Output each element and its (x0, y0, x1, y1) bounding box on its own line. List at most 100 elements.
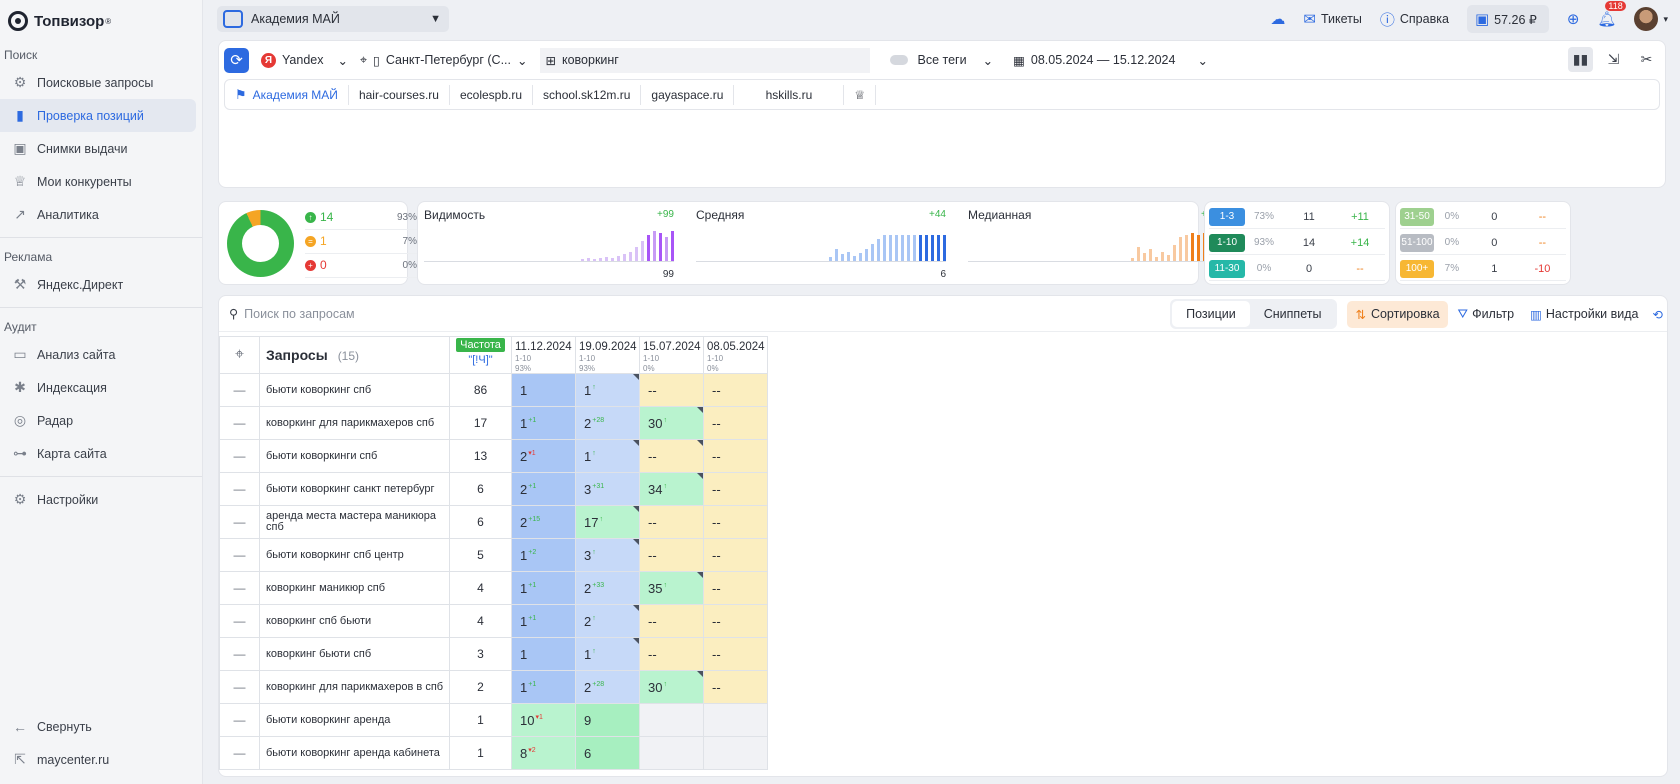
position-cell[interactable]: 1+1 (511, 604, 576, 638)
position-cell[interactable]: 8▾2 (511, 736, 576, 770)
position-cell[interactable]: 1 (511, 373, 576, 407)
add-competitor-button[interactable]: ♕ (844, 84, 877, 105)
position-cell[interactable]: -- (703, 637, 768, 671)
sync-button[interactable]: ⟲ (1653, 307, 1663, 322)
position-cell[interactable]: -- (639, 505, 704, 539)
position-cell[interactable]: -- (639, 439, 704, 473)
range-row[interactable]: 100+ 7% 1 -10 (1400, 257, 1566, 281)
position-cell[interactable]: -- (703, 538, 768, 572)
competitor-domain-tab[interactable]: ⚑ Академия МАЙ (225, 84, 349, 105)
row-toggle[interactable]: — (219, 472, 260, 506)
position-cell[interactable]: 2+15 (511, 505, 576, 539)
row-toggle[interactable]: — (219, 604, 260, 638)
position-cell[interactable]: -- (703, 373, 768, 407)
range-row[interactable]: 51-100 0% 0 -- (1400, 231, 1566, 255)
export-button[interactable]: ⇲ (1601, 47, 1626, 72)
region-select[interactable]: ⌖ ▯ Санкт-Петербург (С... ⌄ (360, 53, 528, 68)
position-cell[interactable] (703, 703, 768, 737)
row-toggle[interactable]: — (219, 439, 260, 473)
position-cell[interactable]: 1+1 (511, 571, 576, 605)
sidebar-item[interactable]: ♕ Мои конкуренты (0, 165, 202, 198)
position-cell[interactable]: 6 (575, 736, 640, 770)
query-cell[interactable]: аренда места мастера маникюра спб (259, 505, 450, 539)
position-cell[interactable] (639, 736, 704, 770)
query-cell[interactable]: бьюти коворкинг аренда кабинета (259, 736, 450, 770)
position-cell[interactable]: -- (703, 472, 768, 506)
tickets-link[interactable]: ✉ Тикеты (1303, 10, 1362, 28)
competitor-domain-tab[interactable]: ecolespb.ru (450, 84, 534, 105)
competitor-domain-tab[interactable]: gayaspace.ru (641, 84, 735, 105)
position-cell[interactable]: 34↑ (639, 472, 704, 506)
position-cell[interactable] (639, 703, 704, 737)
sidebar-item[interactable]: ⊶ Карта сайта (0, 437, 202, 470)
position-cell[interactable]: 1↑ (575, 439, 640, 473)
sidebar-item[interactable]: ▭ Анализ сайта (0, 338, 202, 371)
date-column-header[interactable]: 19.09.2024 1-10 93% (575, 336, 640, 374)
range-row[interactable]: 1-3 73% 11 +11 (1209, 205, 1385, 229)
query-group-input[interactable]: ⊞ коворкинг (539, 47, 870, 73)
table-row[interactable]: — коворкинг бьюти спб 3 1 1↑ -- -- (219, 637, 768, 671)
row-toggle[interactable]: — (219, 736, 260, 770)
query-cell[interactable]: бьюти коворкинги спб (259, 439, 450, 473)
competitor-domain-tab[interactable]: hair-courses.ru (349, 84, 450, 105)
table-row[interactable]: — бьюти коворкинг аренда 1 10▾1 9 (219, 703, 768, 737)
position-cell[interactable]: 10▾1 (511, 703, 576, 737)
row-toggle[interactable]: — (219, 538, 260, 572)
add-button[interactable]: ⊕ (1567, 10, 1580, 28)
sidebar-item[interactable]: ▮ Проверка позиций (0, 99, 196, 132)
position-cell[interactable]: 2+28 (575, 406, 640, 440)
balance-button[interactable]: ▣ 57.26 ₽ (1466, 5, 1549, 33)
row-toggle[interactable]: — (219, 505, 260, 539)
sort-button[interactable]: ⇅ Сортировка (1347, 300, 1448, 328)
position-cell[interactable]: 2▾1 (511, 439, 576, 473)
sidebar-item[interactable]: ⚙ Поисковые запросы (0, 66, 202, 99)
chart-view-button[interactable]: ▮▮ (1568, 47, 1593, 72)
row-toggle[interactable]: — (219, 571, 260, 605)
competitor-domain-tab[interactable]: hskills.ru (734, 84, 845, 105)
range-row[interactable]: 31-50 0% 0 -- (1400, 205, 1566, 229)
position-cell[interactable]: 2+28 (575, 670, 640, 704)
row-toggle[interactable]: — (219, 703, 260, 737)
row-toggle[interactable]: — (219, 670, 260, 704)
position-cell[interactable]: -- (639, 373, 704, 407)
query-cell[interactable]: коворкинг маникюр спб (259, 571, 450, 605)
position-cell[interactable]: 3↑ (575, 538, 640, 572)
table-row[interactable]: — коворкинг спб бьюти 4 1+1 2↑ -- -- (219, 604, 768, 638)
position-cell[interactable]: -- (703, 406, 768, 440)
position-cell[interactable]: 1↑ (575, 373, 640, 407)
date-column-header[interactable]: 15.07.2024 1-10 0% (639, 336, 704, 374)
upload-cloud-button[interactable]: ☁ (1270, 10, 1285, 28)
table-row[interactable]: — бьюти коворкинг аренда кабинета 1 8▾2 6 (219, 736, 768, 770)
position-cell[interactable]: 1+1 (511, 670, 576, 704)
query-cell[interactable]: коворкинг для парикмахеров спб (259, 406, 450, 440)
position-cell[interactable]: -- (703, 505, 768, 539)
position-cell[interactable]: 30↑ (639, 406, 704, 440)
query-cell[interactable]: коворкинг для парикмахеров в спб (259, 670, 450, 704)
position-cell[interactable]: -- (639, 538, 704, 572)
date-range-select[interactable]: ▦ 08.05.2024 — 15.12.2024 ⌄ (1013, 53, 1208, 68)
tags-toggle[interactable] (889, 55, 908, 65)
user-menu[interactable]: ▾ (1634, 7, 1668, 31)
table-row[interactable]: — бьюти коворкинг спб 86 1 1↑ -- -- (219, 373, 768, 407)
query-cell[interactable]: коворкинг бьюти спб (259, 637, 450, 671)
tags-select[interactable]: Все теги ⌄ (889, 53, 993, 68)
query-search[interactable]: ⚲ Поиск по запросам (229, 306, 355, 322)
position-cell[interactable] (703, 736, 768, 770)
table-row[interactable]: — бьюти коворкинг санкт петербург 6 2+1 3+31… (219, 472, 768, 506)
position-cell[interactable]: 1↑ (575, 637, 640, 671)
position-cell[interactable]: 17↑ (575, 505, 640, 539)
tab-snippets[interactable]: Сниппеты (1250, 301, 1336, 327)
query-cell[interactable]: бьюти коворкинг санкт петербург (259, 472, 450, 506)
sidebar-item[interactable]: ▣ Снимки выдачи (0, 132, 202, 165)
tools-button[interactable]: ✂ (1634, 47, 1659, 72)
row-toggle[interactable]: — (219, 406, 260, 440)
tab-positions[interactable]: Позиции (1172, 301, 1250, 327)
view-settings-button[interactable]: ▥ Настройки вида (1530, 307, 1638, 322)
date-column-header[interactable]: 11.12.2024 1-10 93% (511, 336, 576, 374)
position-cell[interactable]: 2+1 (511, 472, 576, 506)
sidebar-item[interactable]: ↗ Аналитика (0, 198, 202, 231)
project-selector[interactable]: Академия МАЙ ▼ (217, 6, 449, 32)
sidebar-item[interactable]: ⚙ Настройки (0, 483, 202, 516)
table-row[interactable]: — аренда места мастера маникюра спб 6 2+15 1… (219, 505, 768, 539)
query-cell[interactable]: коворкинг спб бьюти (259, 604, 450, 638)
